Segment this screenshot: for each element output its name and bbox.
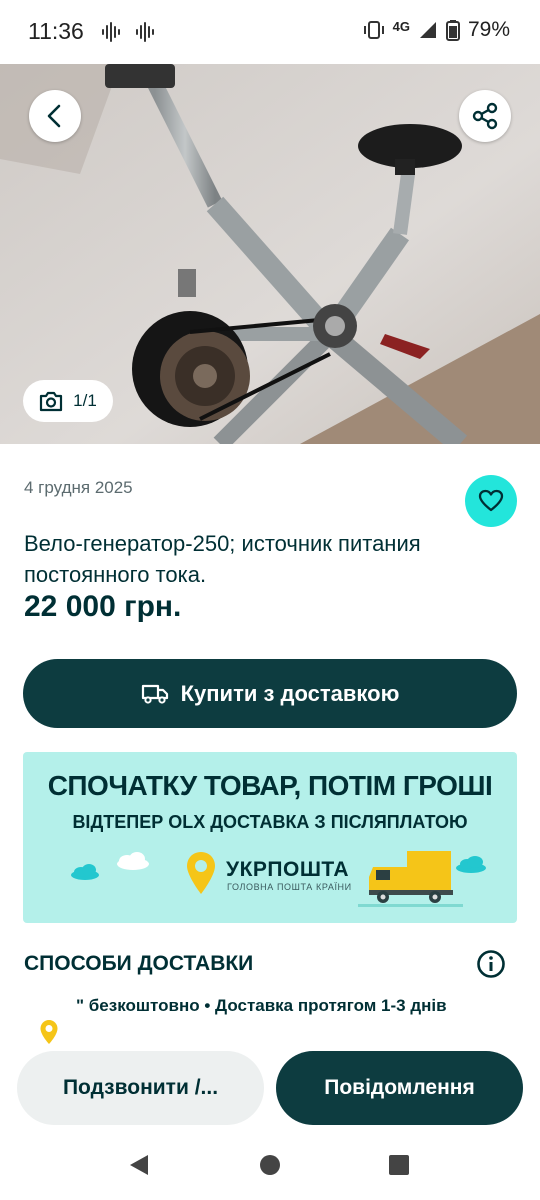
share-button[interactable] [459,90,511,142]
buy-with-delivery-label: Купити з доставкою [180,680,400,706]
info-icon[interactable] [476,949,506,979]
call-button-label: Подзвонити /... [62,1076,219,1099]
status-time: 11:36 [28,18,84,44]
battery-percent: 79% [467,18,510,41]
ukrposhta-pin-icon [40,1020,58,1044]
voice-recording-icon-2 [136,22,154,42]
buy-with-delivery-button[interactable]: Купити з доставкою [23,659,517,728]
voice-recording-icon [102,22,120,42]
message-button-label: Повідомлення [324,1076,475,1099]
nav-recents-icon[interactable] [388,1154,410,1176]
promo-subheadline: ВІДТЕПЕР OLX ДОСТАВКА З ПІСЛЯПЛАТОЮ [72,812,468,832]
chevron-left-icon [47,104,61,128]
call-button[interactable]: Подзвонити /... [17,1051,264,1125]
listing-photo[interactable]: 1/1 [0,64,540,444]
message-button[interactable]: Повідомлення [276,1051,523,1125]
ukrposhta-logo-icon [187,852,215,894]
back-button[interactable] [29,90,81,142]
photo-counter[interactable]: 1/1 [23,380,113,422]
favorite-button[interactable] [465,475,517,527]
heart-icon [478,489,504,512]
status-bar: 11:36 4G 79% [0,0,540,64]
signal-icon [419,22,436,38]
nav-back-icon[interactable] [127,1153,151,1177]
camera-icon [40,391,63,412]
ukrposhta-brand: УКРПОШТА [226,858,350,881]
delivery-details: " безкоштовно • Доставка протягом 1-3 дн… [76,996,447,1015]
delivery-truck-icon [141,684,168,704]
nav-home-icon[interactable] [259,1154,281,1176]
battery-icon [445,20,460,41]
status-indicators: 4G 79% [363,18,510,42]
listing-title: Вело-генератор-250; источник питания пос… [24,531,421,587]
delivery-methods-heading: СПОСОБИ ДОСТАВКИ [24,952,254,975]
share-icon [472,102,498,130]
vibrate-icon [363,21,384,39]
network-type: 4G [392,18,410,34]
ukrposhta-tagline: ГОЛОВНА ПОШТА КРАЇНИ [227,882,352,892]
promo-banner[interactable]: СПОЧАТКУ ТОВАР, ПОТІМ ГРОШІ ВІДТЕПЕР OLX… [23,752,517,923]
listing-price: 22 000 грн. [24,590,182,623]
photo-counter-text: 1/1 [73,391,97,410]
system-navigation-bar [0,1130,540,1200]
promo-headline: СПОЧАТКУ ТОВАР, ПОТІМ ГРОШІ [47,770,493,801]
listing-date: 4 грудня 2025 [24,478,133,497]
